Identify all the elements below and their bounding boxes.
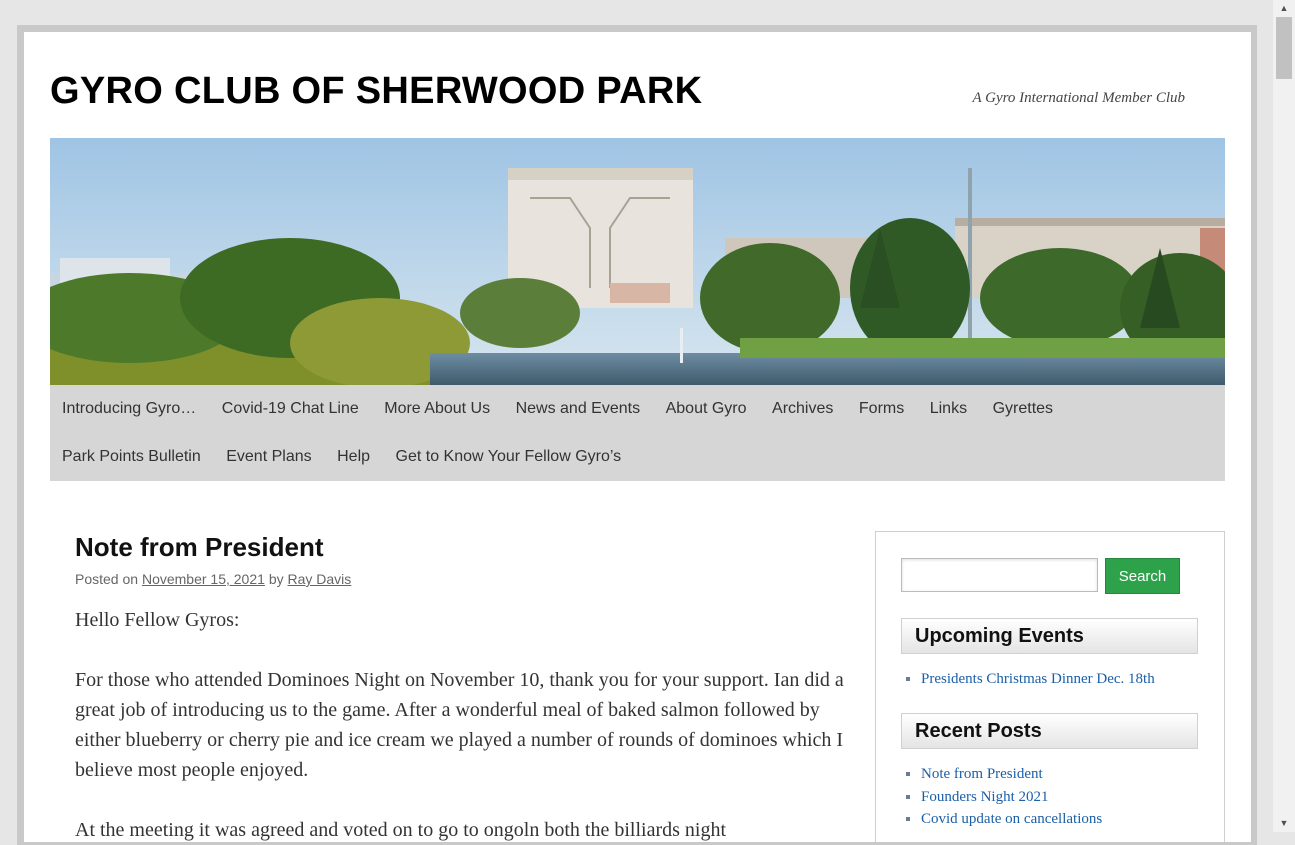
recent-post-link[interactable]: Note from President <box>921 766 1043 782</box>
sidebar: Search Upcoming Events Presidents Christ… <box>875 531 1225 842</box>
post-article: Note from President Posted on November 1… <box>75 532 845 842</box>
post-paragraph: Hello Fellow Gyros: <box>75 609 240 631</box>
by-label: by <box>268 571 284 587</box>
posted-on-label: Posted on <box>75 571 139 587</box>
post-paragraph: For those who attended Dominoes Night on… <box>75 669 844 781</box>
nav-item-event-plans[interactable]: Event Plans <box>214 448 323 466</box>
nav-item-archives[interactable]: Archives <box>760 400 845 418</box>
up-arrow-icon[interactable]: ▲ <box>1273 0 1295 17</box>
list-item: Presidents Christmas Dinner Dec. 18th <box>921 668 1155 691</box>
nav-row-1: Introducing Gyro… Covid-19 Chat Line Mor… <box>50 385 1067 433</box>
nav-item-links[interactable]: Links <box>918 400 979 418</box>
recent-posts-list: Note from President Founders Night 2021 … <box>901 763 1102 831</box>
nav-item-introducing-gyro[interactable]: Introducing Gyro… <box>50 400 208 418</box>
site-description: A Gyro International Member Club <box>972 90 1185 106</box>
nav-item-gyrettes[interactable]: Gyrettes <box>981 400 1065 418</box>
search-button[interactable]: Search <box>1105 558 1180 594</box>
recent-posts-heading: Recent Posts <box>901 713 1198 749</box>
search-input[interactable] <box>901 558 1098 592</box>
nav-item-about-gyro[interactable]: About Gyro <box>654 400 759 418</box>
upcoming-events-heading: Upcoming Events <box>901 618 1198 654</box>
nav-item-news-and-events[interactable]: News and Events <box>504 400 653 418</box>
recent-post-link[interactable]: Founders Night 2021 <box>921 789 1049 805</box>
vertical-scrollbar[interactable]: ▲ ▼ <box>1273 0 1295 832</box>
post-title[interactable]: Note from President <box>75 532 845 563</box>
nav-row-2: Park Points Bulletin Event Plans Help Ge… <box>50 433 635 481</box>
header-banner-image <box>50 138 1225 385</box>
post-meta: Posted on November 15, 2021 by Ray Davis <box>75 571 845 587</box>
upcoming-events-list: Presidents Christmas Dinner Dec. 18th <box>901 668 1155 691</box>
scrollbar-thumb[interactable] <box>1276 17 1292 79</box>
nav-item-covid-chat-line[interactable]: Covid-19 Chat Line <box>210 400 371 418</box>
main-navigation: Introducing Gyro… Covid-19 Chat Line Mor… <box>50 385 1225 481</box>
list-item: Founders Night 2021 <box>921 786 1102 809</box>
list-item: Note from President <box>921 763 1102 786</box>
nav-item-get-to-know[interactable]: Get to Know Your Fellow Gyro’s <box>384 448 634 466</box>
site-title[interactable]: GYRO CLUB OF SHERWOOD PARK <box>50 70 702 113</box>
post-date-link[interactable]: November 15, 2021 <box>142 571 265 587</box>
list-item: Covid update on cancellations <box>921 808 1102 831</box>
post-author-link[interactable]: Ray Davis <box>288 571 352 587</box>
nav-item-park-points-bulletin[interactable]: Park Points Bulletin <box>50 448 213 466</box>
recent-post-link[interactable]: Covid update on cancellations <box>921 811 1102 827</box>
page: GYRO CLUB OF SHERWOOD PARK A Gyro Intern… <box>24 32 1251 842</box>
nav-item-help[interactable]: Help <box>325 448 382 466</box>
nav-item-more-about-us[interactable]: More About Us <box>372 400 502 418</box>
post-body: Hello Fellow Gyros: For those who attend… <box>75 605 845 842</box>
post-paragraph: At the meeting it was agreed and voted o… <box>75 819 726 841</box>
down-arrow-icon[interactable]: ▼ <box>1273 815 1295 832</box>
nav-item-forms[interactable]: Forms <box>847 400 916 418</box>
upcoming-event-link[interactable]: Presidents Christmas Dinner Dec. 18th <box>921 671 1155 687</box>
